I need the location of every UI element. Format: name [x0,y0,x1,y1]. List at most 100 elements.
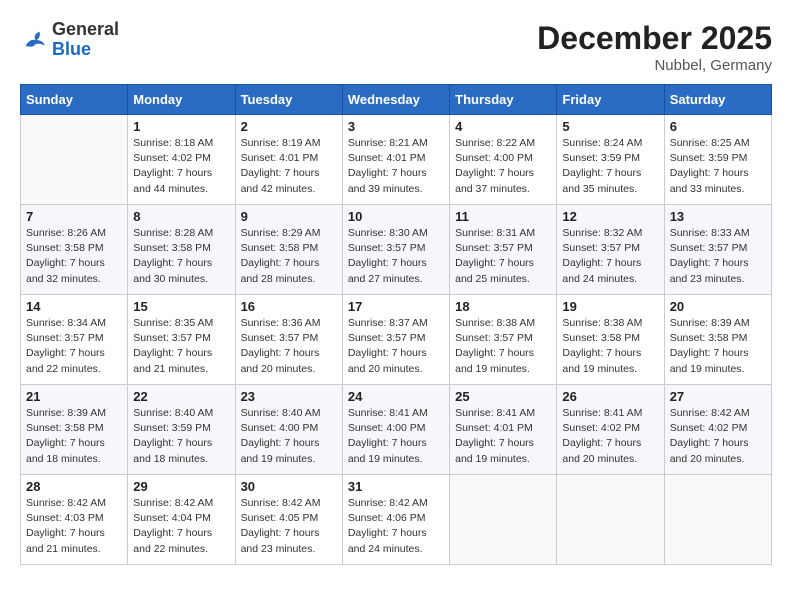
day-number: 12 [562,209,658,224]
day-number: 17 [348,299,444,314]
day-info: Sunrise: 8:24 AMSunset: 3:59 PMDaylight:… [562,136,658,197]
calendar-cell [450,475,557,565]
calendar-cell: 3Sunrise: 8:21 AMSunset: 4:01 PMDaylight… [342,115,449,205]
calendar-week-row: 21 Sunrise: 8:39 AMSunset: 3:58 PMDayligh… [21,385,772,475]
day-info: Sunrise: 8:35 AMSunset: 3:57 PMDaylight:… [133,316,229,377]
day-info: Sunrise: 8:26 AMSunset: 3:58 PMDaylight:… [26,226,122,287]
title-section: December 2025 Nubbel, Germany [537,20,772,74]
day-info: Sunrise: 8:38 AMSunset: 3:58 PMDaylight:… [562,316,658,377]
calendar-cell: 7 Sunrise: 8:26 AMSunset: 3:58 PMDaylight… [21,205,128,295]
weekday-header-row: SundayMondayTuesdayWednesdayThursdayFrid… [21,85,772,115]
calendar-cell: 21 Sunrise: 8:39 AMSunset: 3:58 PMDayligh… [21,385,128,475]
day-number: 16 [241,299,337,314]
day-info: Sunrise: 8:40 AMSunset: 4:00 PMDaylight:… [241,406,337,467]
weekday-header-tuesday: Tuesday [235,85,342,115]
calendar-cell: 19 Sunrise: 8:38 AMSunset: 3:58 PMDayligh… [557,295,664,385]
day-info: Sunrise: 8:32 AMSunset: 3:57 PMDaylight:… [562,226,658,287]
logo-general-text: General [52,20,119,40]
day-number: 19 [562,299,658,314]
calendar-cell: 6Sunrise: 8:25 AMSunset: 3:59 PMDaylight… [664,115,771,205]
day-info: Sunrise: 8:31 AMSunset: 3:57 PMDaylight:… [455,226,551,287]
day-info: Sunrise: 8:41 AMSunset: 4:02 PMDaylight:… [562,406,658,467]
calendar-header: SundayMondayTuesdayWednesdayThursdayFrid… [21,85,772,115]
day-info: Sunrise: 8:40 AMSunset: 3:59 PMDaylight:… [133,406,229,467]
day-number: 11 [455,209,551,224]
calendar-cell: 18Sunrise: 8:38 AMSunset: 3:57 PMDayligh… [450,295,557,385]
calendar-cell: 31Sunrise: 8:42 AMSunset: 4:06 PMDayligh… [342,475,449,565]
day-number: 25 [455,389,551,404]
calendar-cell [21,115,128,205]
calendar-cell: 30Sunrise: 8:42 AMSunset: 4:05 PMDayligh… [235,475,342,565]
day-info: Sunrise: 8:21 AMSunset: 4:01 PMDaylight:… [348,136,444,197]
day-number: 1 [133,119,229,134]
day-number: 9 [241,209,337,224]
day-number: 23 [241,389,337,404]
month-title: December 2025 [537,20,772,57]
day-number: 15 [133,299,229,314]
calendar-week-row: 7 Sunrise: 8:26 AMSunset: 3:58 PMDaylight… [21,205,772,295]
day-number: 14 [26,299,122,314]
weekday-header-saturday: Saturday [664,85,771,115]
calendar-cell: 10 Sunrise: 8:30 AMSunset: 3:57 PMDayligh… [342,205,449,295]
weekday-header-friday: Friday [557,85,664,115]
calendar-cell: 1 Sunrise: 8:18 AMSunset: 4:02 PMDaylight… [128,115,235,205]
calendar-cell: 17 Sunrise: 8:37 AMSunset: 3:57 PMDayligh… [342,295,449,385]
day-number: 21 [26,389,122,404]
day-number: 2 [241,119,337,134]
day-number: 10 [348,209,444,224]
day-info: Sunrise: 8:37 AMSunset: 3:57 PMDaylight:… [348,316,444,377]
day-number: 20 [670,299,766,314]
calendar-week-row: 28 Sunrise: 8:42 AMSunset: 4:03 PMDayligh… [21,475,772,565]
day-info: Sunrise: 8:29 AMSunset: 3:58 PMDaylight:… [241,226,337,287]
logo-text: General Blue [52,20,119,60]
calendar-cell: 5Sunrise: 8:24 AMSunset: 3:59 PMDaylight… [557,115,664,205]
calendar-cell: 8 Sunrise: 8:28 AMSunset: 3:58 PMDaylight… [128,205,235,295]
weekday-header-monday: Monday [128,85,235,115]
calendar-cell: 4Sunrise: 8:22 AMSunset: 4:00 PMDaylight… [450,115,557,205]
day-number: 7 [26,209,122,224]
day-number: 6 [670,119,766,134]
day-info: Sunrise: 8:38 AMSunset: 3:57 PMDaylight:… [455,316,551,377]
calendar-cell: 2 Sunrise: 8:19 AMSunset: 4:01 PMDaylight… [235,115,342,205]
day-number: 8 [133,209,229,224]
calendar-cell: 14Sunrise: 8:34 AMSunset: 3:57 PMDayligh… [21,295,128,385]
calendar-cell: 23 Sunrise: 8:40 AMSunset: 4:00 PMDayligh… [235,385,342,475]
calendar-cell: 12 Sunrise: 8:32 AMSunset: 3:57 PMDayligh… [557,205,664,295]
calendar-body: 1 Sunrise: 8:18 AMSunset: 4:02 PMDaylight… [21,115,772,565]
day-info: Sunrise: 8:42 AMSunset: 4:06 PMDaylight:… [348,496,444,557]
day-info: Sunrise: 8:39 AMSunset: 3:58 PMDaylight:… [670,316,766,377]
day-info: Sunrise: 8:18 AMSunset: 4:02 PMDaylight:… [133,136,229,197]
calendar-cell: 22 Sunrise: 8:40 AMSunset: 3:59 PMDayligh… [128,385,235,475]
weekday-header-sunday: Sunday [21,85,128,115]
day-number: 13 [670,209,766,224]
weekday-header-wednesday: Wednesday [342,85,449,115]
day-info: Sunrise: 8:33 AMSunset: 3:57 PMDaylight:… [670,226,766,287]
calendar-cell: 15 Sunrise: 8:35 AMSunset: 3:57 PMDayligh… [128,295,235,385]
weekday-header-thursday: Thursday [450,85,557,115]
calendar-cell: 27Sunrise: 8:42 AMSunset: 4:02 PMDayligh… [664,385,771,475]
location-label: Nubbel, Germany [537,57,772,74]
calendar-cell: 28 Sunrise: 8:42 AMSunset: 4:03 PMDayligh… [21,475,128,565]
day-info: Sunrise: 8:41 AMSunset: 4:01 PMDaylight:… [455,406,551,467]
day-info: Sunrise: 8:42 AMSunset: 4:03 PMDaylight:… [26,496,122,557]
day-number: 22 [133,389,229,404]
day-number: 28 [26,479,122,494]
calendar-week-row: 14Sunrise: 8:34 AMSunset: 3:57 PMDayligh… [21,295,772,385]
calendar-cell: 20 Sunrise: 8:39 AMSunset: 3:58 PMDayligh… [664,295,771,385]
day-info: Sunrise: 8:36 AMSunset: 3:57 PMDaylight:… [241,316,337,377]
day-info: Sunrise: 8:42 AMSunset: 4:04 PMDaylight:… [133,496,229,557]
day-info: Sunrise: 8:28 AMSunset: 3:58 PMDaylight:… [133,226,229,287]
calendar-cell: 16 Sunrise: 8:36 AMSunset: 3:57 PMDayligh… [235,295,342,385]
day-number: 29 [133,479,229,494]
day-number: 4 [455,119,551,134]
logo: General Blue [20,20,119,60]
day-number: 26 [562,389,658,404]
calendar-cell: 26 Sunrise: 8:41 AMSunset: 4:02 PMDayligh… [557,385,664,475]
calendar-cell: 25 Sunrise: 8:41 AMSunset: 4:01 PMDayligh… [450,385,557,475]
day-number: 27 [670,389,766,404]
day-info: Sunrise: 8:19 AMSunset: 4:01 PMDaylight:… [241,136,337,197]
day-number: 30 [241,479,337,494]
day-info: Sunrise: 8:39 AMSunset: 3:58 PMDaylight:… [26,406,122,467]
calendar-week-row: 1 Sunrise: 8:18 AMSunset: 4:02 PMDaylight… [21,115,772,205]
day-info: Sunrise: 8:30 AMSunset: 3:57 PMDaylight:… [348,226,444,287]
